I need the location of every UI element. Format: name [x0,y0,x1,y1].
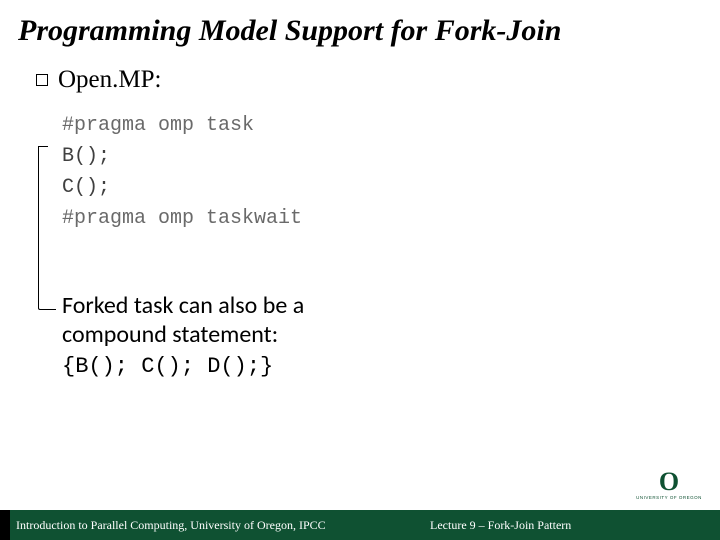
compound-note: Forked task can also be a compound state… [62,292,402,379]
logo-o-icon: O [659,472,679,493]
footer-left-text: Introduction to Parallel Computing, Univ… [16,518,326,533]
logo-subtext: UNIVERSITY OF OREGON [636,495,702,501]
compound-text-line: Forked task can also be a [62,292,402,321]
compound-code: {B(); C(); D();} [62,354,402,379]
slide: Programming Model Support for Fork-Join … [0,0,720,540]
annotation-connector-icon [38,146,56,310]
bullet-marker-icon [36,74,48,86]
compound-text-line: compound statement: [62,321,402,350]
slide-title: Programming Model Support for Fork-Join [18,14,702,48]
code-block: #pragma omp task B(); C(); #pragma omp t… [62,110,302,234]
bullet-item: Open.MP: [36,66,161,94]
footer-accent [0,510,10,540]
footer-bar: Introduction to Parallel Computing, Univ… [0,510,720,540]
code-line: B(); [62,145,110,168]
footer-right-text: Lecture 9 – Fork-Join Pattern [430,518,571,533]
university-logo: O UNIVERSITY OF OREGON [648,472,690,506]
code-line: #pragma omp taskwait [62,207,302,230]
code-line: C(); [62,176,110,199]
bullet-text: Open.MP: [58,66,161,94]
code-line: #pragma omp task [62,114,254,137]
